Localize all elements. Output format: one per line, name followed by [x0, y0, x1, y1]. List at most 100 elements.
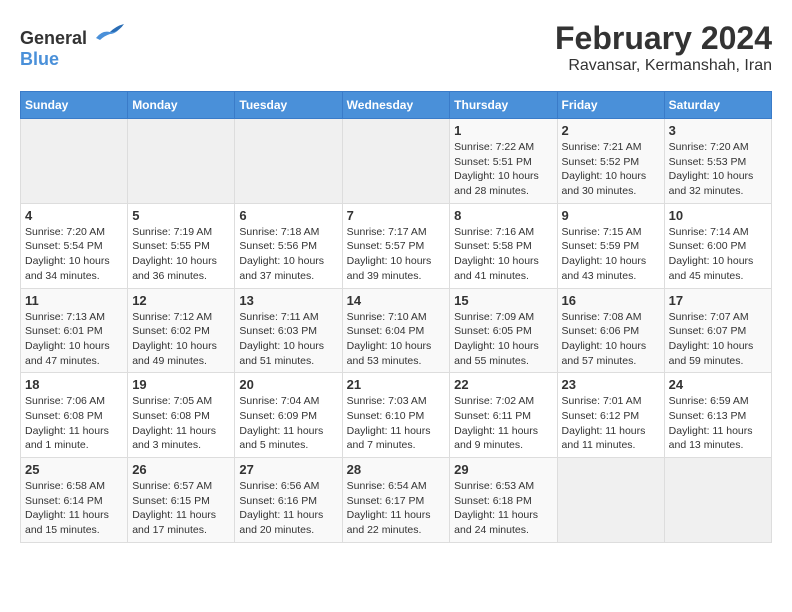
calendar-cell — [128, 119, 235, 204]
week-row-2: 4Sunrise: 7:20 AM Sunset: 5:54 PM Daylig… — [21, 203, 772, 288]
calendar-cell — [235, 119, 342, 204]
day-number: 17 — [669, 293, 767, 308]
calendar-cell — [342, 119, 450, 204]
calendar-cell: 26 Sunrise: 6:57 AM Sunset: 6:15 PM Dayli… — [128, 458, 235, 543]
day-info: Sunrise: 6:59 AM Sunset: 6:13 PM Dayligh… — [669, 394, 767, 453]
day-number: 13 — [239, 293, 337, 308]
calendar-cell: 20 Sunrise: 7:04 AM Sunset: 6:09 PM Dayli… — [235, 373, 342, 458]
day-info: Sunrise: 7:20 AM Sunset: 5:53 PM Dayligh… — [669, 140, 767, 199]
day-info: Sunrise: 7:10 AM Sunset: 6:04 PM Dayligh… — [347, 310, 446, 369]
day-number: 18 — [25, 377, 123, 392]
week-row-4: 18 Sunrise: 7:06 AM Sunset: 6:08 PM Dayli… — [21, 373, 772, 458]
day-number: 27 — [239, 462, 337, 477]
week-row-3: 11Sunrise: 7:13 AM Sunset: 6:01 PM Dayli… — [21, 288, 772, 373]
day-number: 6 — [239, 208, 337, 223]
calendar-cell — [557, 458, 664, 543]
day-info: Sunrise: 7:14 AM Sunset: 6:00 PM Dayligh… — [669, 225, 767, 284]
day-number: 8 — [454, 208, 552, 223]
logo: General Blue — [20, 20, 126, 70]
day-info: Sunrise: 7:02 AM Sunset: 6:11 PM Dayligh… — [454, 394, 552, 453]
calendar-cell: 2 Sunrise: 7:21 AM Sunset: 5:52 PM Daylig… — [557, 119, 664, 204]
column-header-tuesday: Tuesday — [235, 92, 342, 119]
day-info: Sunrise: 7:05 AM Sunset: 6:08 PM Dayligh… — [132, 394, 230, 453]
day-number: 22 — [454, 377, 552, 392]
day-number: 23 — [562, 377, 660, 392]
day-number: 26 — [132, 462, 230, 477]
day-number: 2 — [562, 123, 660, 138]
day-number: 20 — [239, 377, 337, 392]
day-info: Sunrise: 7:15 AM Sunset: 5:59 PM Dayligh… — [562, 225, 660, 284]
calendar-cell: 23 Sunrise: 7:01 AM Sunset: 6:12 PM Dayli… — [557, 373, 664, 458]
day-info: Sunrise: 7:17 AM Sunset: 5:57 PM Dayligh… — [347, 225, 446, 284]
day-number: 16 — [562, 293, 660, 308]
calendar-cell: 18 Sunrise: 7:06 AM Sunset: 6:08 PM Dayli… — [21, 373, 128, 458]
day-number: 28 — [347, 462, 446, 477]
calendar-cell: 19Sunrise: 7:05 AM Sunset: 6:08 PM Dayli… — [128, 373, 235, 458]
column-header-friday: Friday — [557, 92, 664, 119]
calendar-cell: 5 Sunrise: 7:19 AM Sunset: 5:55 PM Daylig… — [128, 203, 235, 288]
day-number: 7 — [347, 208, 446, 223]
calendar-cell: 12Sunrise: 7:12 AM Sunset: 6:02 PM Dayli… — [128, 288, 235, 373]
day-info: Sunrise: 7:01 AM Sunset: 6:12 PM Dayligh… — [562, 394, 660, 453]
calendar-cell: 7 Sunrise: 7:17 AM Sunset: 5:57 PM Daylig… — [342, 203, 450, 288]
day-info: Sunrise: 7:07 AM Sunset: 6:07 PM Dayligh… — [669, 310, 767, 369]
week-row-5: 25 Sunrise: 6:58 AM Sunset: 6:14 PM Dayli… — [21, 458, 772, 543]
day-number: 15 — [454, 293, 552, 308]
logo-general-text: General — [20, 28, 87, 48]
day-info: Sunrise: 6:54 AM Sunset: 6:17 PM Dayligh… — [347, 479, 446, 538]
calendar-cell: 24 Sunrise: 6:59 AM Sunset: 6:13 PM Dayli… — [664, 373, 771, 458]
day-number: 25 — [25, 462, 123, 477]
calendar-cell: 14 Sunrise: 7:10 AM Sunset: 6:04 PM Dayli… — [342, 288, 450, 373]
day-info: Sunrise: 7:06 AM Sunset: 6:08 PM Dayligh… — [25, 394, 123, 453]
calendar-cell: 22 Sunrise: 7:02 AM Sunset: 6:11 PM Dayli… — [450, 373, 557, 458]
calendar-cell: 15 Sunrise: 7:09 AM Sunset: 6:05 PM Dayli… — [450, 288, 557, 373]
day-number: 9 — [562, 208, 660, 223]
day-info: Sunrise: 7:11 AM Sunset: 6:03 PM Dayligh… — [239, 310, 337, 369]
day-number: 3 — [669, 123, 767, 138]
logo-blue-text: Blue — [20, 49, 59, 69]
day-number: 11 — [25, 293, 123, 308]
calendar-cell: 4Sunrise: 7:20 AM Sunset: 5:54 PM Daylig… — [21, 203, 128, 288]
calendar-cell: 10Sunrise: 7:14 AM Sunset: 6:00 PM Dayli… — [664, 203, 771, 288]
title-section: February 2024 Ravansar, Kermanshah, Iran — [555, 20, 772, 75]
calendar-cell: 25 Sunrise: 6:58 AM Sunset: 6:14 PM Dayli… — [21, 458, 128, 543]
calendar-cell: 13 Sunrise: 7:11 AM Sunset: 6:03 PM Dayli… — [235, 288, 342, 373]
day-info: Sunrise: 7:19 AM Sunset: 5:55 PM Dayligh… — [132, 225, 230, 284]
day-info: Sunrise: 6:58 AM Sunset: 6:14 PM Dayligh… — [25, 479, 123, 538]
month-title: February 2024 — [555, 20, 772, 57]
calendar-cell: 28 Sunrise: 6:54 AM Sunset: 6:17 PM Dayli… — [342, 458, 450, 543]
day-number: 1 — [454, 123, 552, 138]
column-header-thursday: Thursday — [450, 92, 557, 119]
day-info: Sunrise: 6:57 AM Sunset: 6:15 PM Dayligh… — [132, 479, 230, 538]
calendar-cell — [21, 119, 128, 204]
day-number: 21 — [347, 377, 446, 392]
calendar-cell: 27 Sunrise: 6:56 AM Sunset: 6:16 PM Dayli… — [235, 458, 342, 543]
calendar-cell: 17 Sunrise: 7:07 AM Sunset: 6:07 PM Dayli… — [664, 288, 771, 373]
day-info: Sunrise: 7:03 AM Sunset: 6:10 PM Dayligh… — [347, 394, 446, 453]
calendar-cell: 11Sunrise: 7:13 AM Sunset: 6:01 PM Dayli… — [21, 288, 128, 373]
day-number: 24 — [669, 377, 767, 392]
calendar-cell — [664, 458, 771, 543]
day-number: 29 — [454, 462, 552, 477]
calendar-cell: 3 Sunrise: 7:20 AM Sunset: 5:53 PM Daylig… — [664, 119, 771, 204]
day-number: 5 — [132, 208, 230, 223]
day-number: 14 — [347, 293, 446, 308]
calendar-header-row: SundayMondayTuesdayWednesdayThursdayFrid… — [21, 92, 772, 119]
day-info: Sunrise: 7:22 AM Sunset: 5:51 PM Dayligh… — [454, 140, 552, 199]
calendar-cell: 16 Sunrise: 7:08 AM Sunset: 6:06 PM Dayli… — [557, 288, 664, 373]
column-header-sunday: Sunday — [21, 92, 128, 119]
day-info: Sunrise: 7:09 AM Sunset: 6:05 PM Dayligh… — [454, 310, 552, 369]
day-number: 4 — [25, 208, 123, 223]
day-info: Sunrise: 6:56 AM Sunset: 6:16 PM Dayligh… — [239, 479, 337, 538]
calendar-cell: 29 Sunrise: 6:53 AM Sunset: 6:18 PM Dayli… — [450, 458, 557, 543]
day-info: Sunrise: 7:08 AM Sunset: 6:06 PM Dayligh… — [562, 310, 660, 369]
day-info: Sunrise: 7:16 AM Sunset: 5:58 PM Dayligh… — [454, 225, 552, 284]
day-info: Sunrise: 6:53 AM Sunset: 6:18 PM Dayligh… — [454, 479, 552, 538]
calendar-table: SundayMondayTuesdayWednesdayThursdayFrid… — [20, 91, 772, 543]
column-header-saturday: Saturday — [664, 92, 771, 119]
day-info: Sunrise: 7:21 AM Sunset: 5:52 PM Dayligh… — [562, 140, 660, 199]
day-info: Sunrise: 7:12 AM Sunset: 6:02 PM Dayligh… — [132, 310, 230, 369]
day-info: Sunrise: 7:04 AM Sunset: 6:09 PM Dayligh… — [239, 394, 337, 453]
calendar-cell: 9 Sunrise: 7:15 AM Sunset: 5:59 PM Daylig… — [557, 203, 664, 288]
page-header: General Blue February 2024 Ravansar, Ker… — [20, 20, 772, 75]
